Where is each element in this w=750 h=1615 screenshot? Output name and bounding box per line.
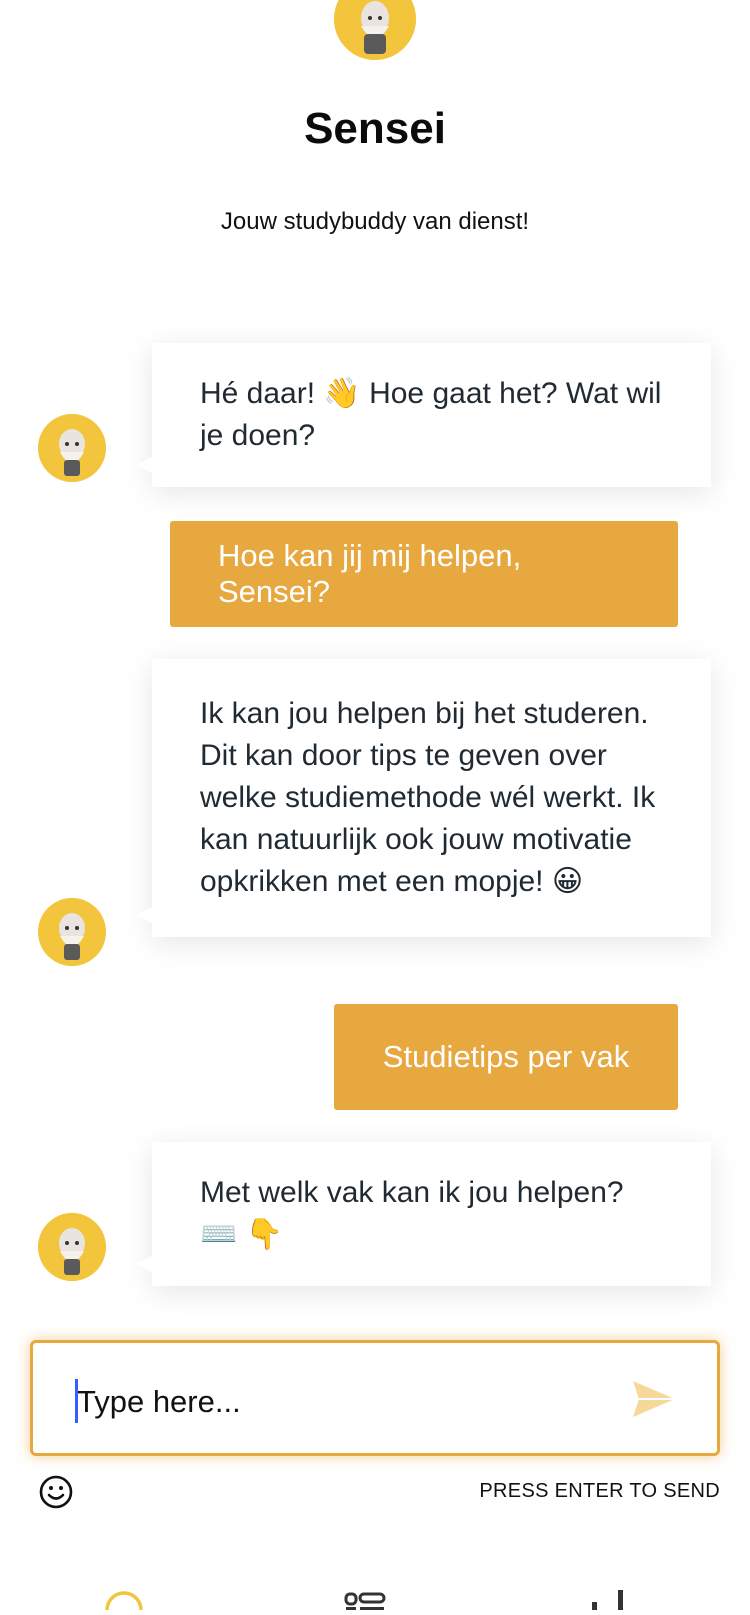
emoji-button[interactable] — [38, 1474, 74, 1510]
stats-icon — [592, 1590, 623, 1612]
bot-avatar — [38, 1213, 106, 1281]
message-text: Met welk vak kan ik jou helpen? ⌨️ 👇 — [200, 1176, 624, 1251]
user-message: Studietips per vak — [334, 1004, 678, 1110]
user-message: Hoe kan jij mij helpen, Sensei? — [170, 521, 678, 627]
send-button[interactable] — [631, 1379, 677, 1419]
message-text: Ik kan jou helpen bij het studeren. Dit … — [200, 697, 656, 898]
page-title: Sensei — [304, 104, 446, 153]
list-icon — [344, 1592, 386, 1613]
message-input[interactable] — [75, 1373, 599, 1431]
message-composer — [30, 1340, 720, 1456]
nav-stats[interactable] — [588, 1590, 634, 1615]
nav-list[interactable] — [344, 1592, 386, 1615]
send-icon — [633, 1381, 675, 1417]
sensei-avatar — [334, 0, 416, 60]
chat-icon — [105, 1591, 143, 1615]
bot-avatar — [38, 898, 106, 966]
message-text: Studietips per vak — [382, 1039, 630, 1074]
send-hint: PRESS ENTER TO SEND — [479, 1480, 720, 1502]
page-subtitle: Jouw studybuddy van dienst! — [220, 208, 530, 235]
text-caret — [75, 1379, 78, 1423]
message-text: Hé daar! 👋 Hoe gaat het? Wat wil je doen… — [200, 377, 662, 452]
bot-message: Ik kan jou helpen bij het studeren. Dit … — [136, 659, 711, 937]
bot-message: Met welk vak kan ik jou helpen? ⌨️ 👇 — [136, 1142, 711, 1286]
smiley-icon — [39, 1475, 73, 1509]
bot-avatar — [38, 414, 106, 482]
nav-chat[interactable] — [104, 1590, 144, 1615]
bot-message: Hé daar! 👋 Hoe gaat het? Wat wil je doen… — [136, 343, 711, 487]
message-text: Hoe kan jij mij helpen, Sensei? — [218, 538, 522, 609]
